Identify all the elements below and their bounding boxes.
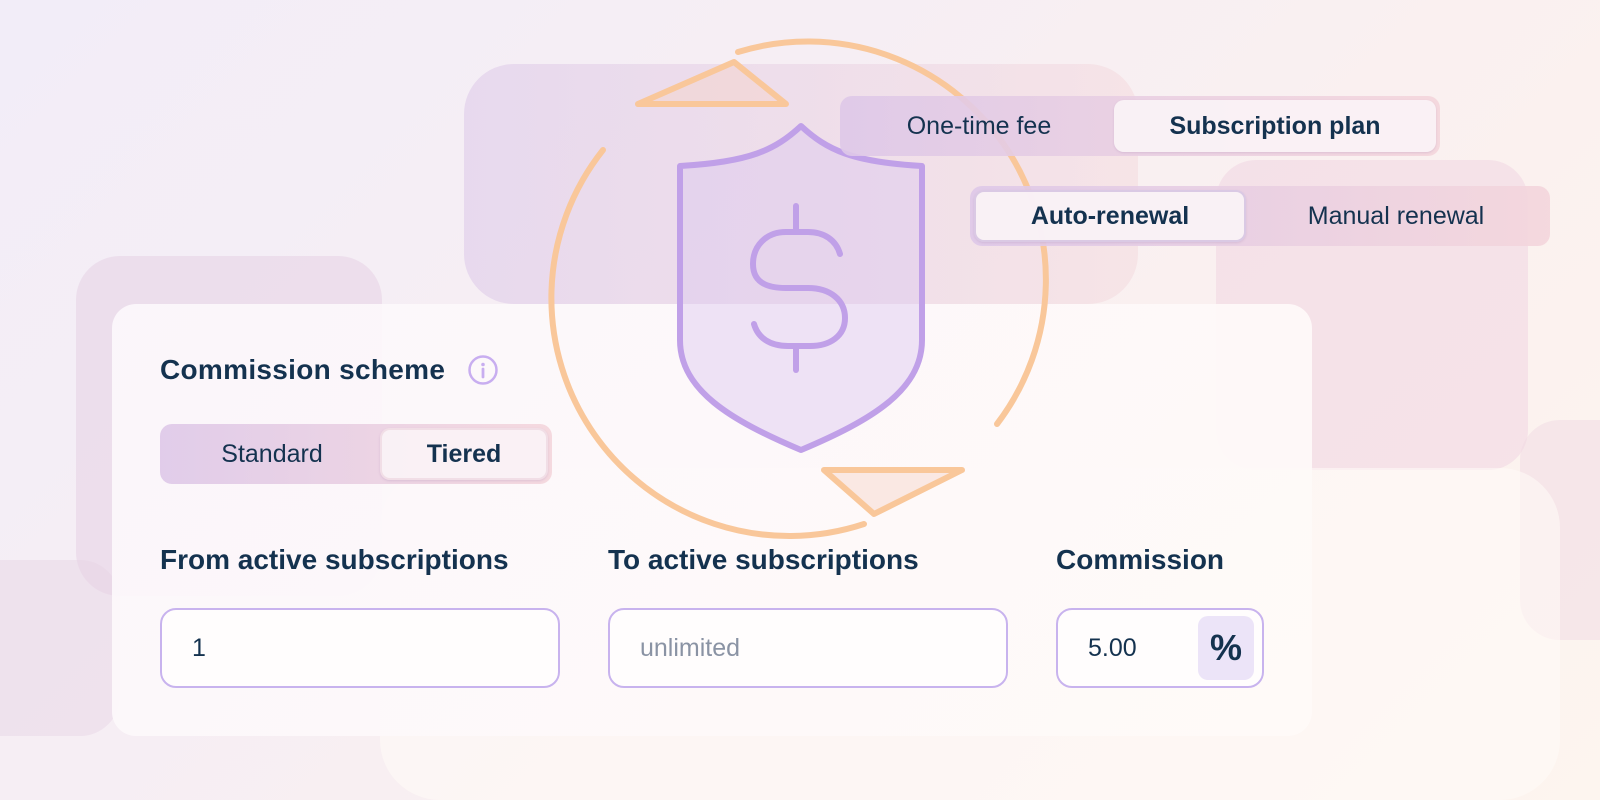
commission-field: %: [1056, 608, 1264, 688]
commission-input[interactable]: [1088, 633, 1198, 663]
from-subscriptions-field: [160, 608, 560, 688]
commission-scheme-title: Commission scheme: [160, 354, 446, 385]
option-standard[interactable]: Standard: [164, 428, 380, 480]
background-shape: [0, 560, 120, 736]
from-subscriptions-input[interactable]: [192, 633, 558, 663]
from-subscriptions-label: From active subscriptions: [160, 544, 509, 575]
info-icon[interactable]: [467, 354, 499, 386]
option-manual-renewal[interactable]: Manual renewal: [1246, 190, 1546, 242]
renewal-type-toggle: Auto-renewal Manual renewal: [970, 186, 1550, 246]
to-subscriptions-label: To active subscriptions: [608, 544, 919, 575]
option-subscription-plan[interactable]: Subscription plan: [1114, 100, 1436, 152]
option-one-time-fee[interactable]: One-time fee: [844, 100, 1114, 152]
to-subscriptions-field: [608, 608, 1008, 688]
percent-unit-badge[interactable]: %: [1198, 616, 1254, 680]
commission-scheme-toggle: Standard Tiered: [160, 424, 552, 484]
option-tiered[interactable]: Tiered: [380, 428, 548, 480]
commission-label: Commission: [1056, 544, 1225, 575]
commission-scheme-header: Commission scheme: [160, 354, 499, 386]
option-auto-renewal[interactable]: Auto-renewal: [974, 190, 1246, 242]
to-subscriptions-input[interactable]: [640, 633, 1006, 663]
payment-type-toggle: One-time fee Subscription plan: [840, 96, 1440, 156]
